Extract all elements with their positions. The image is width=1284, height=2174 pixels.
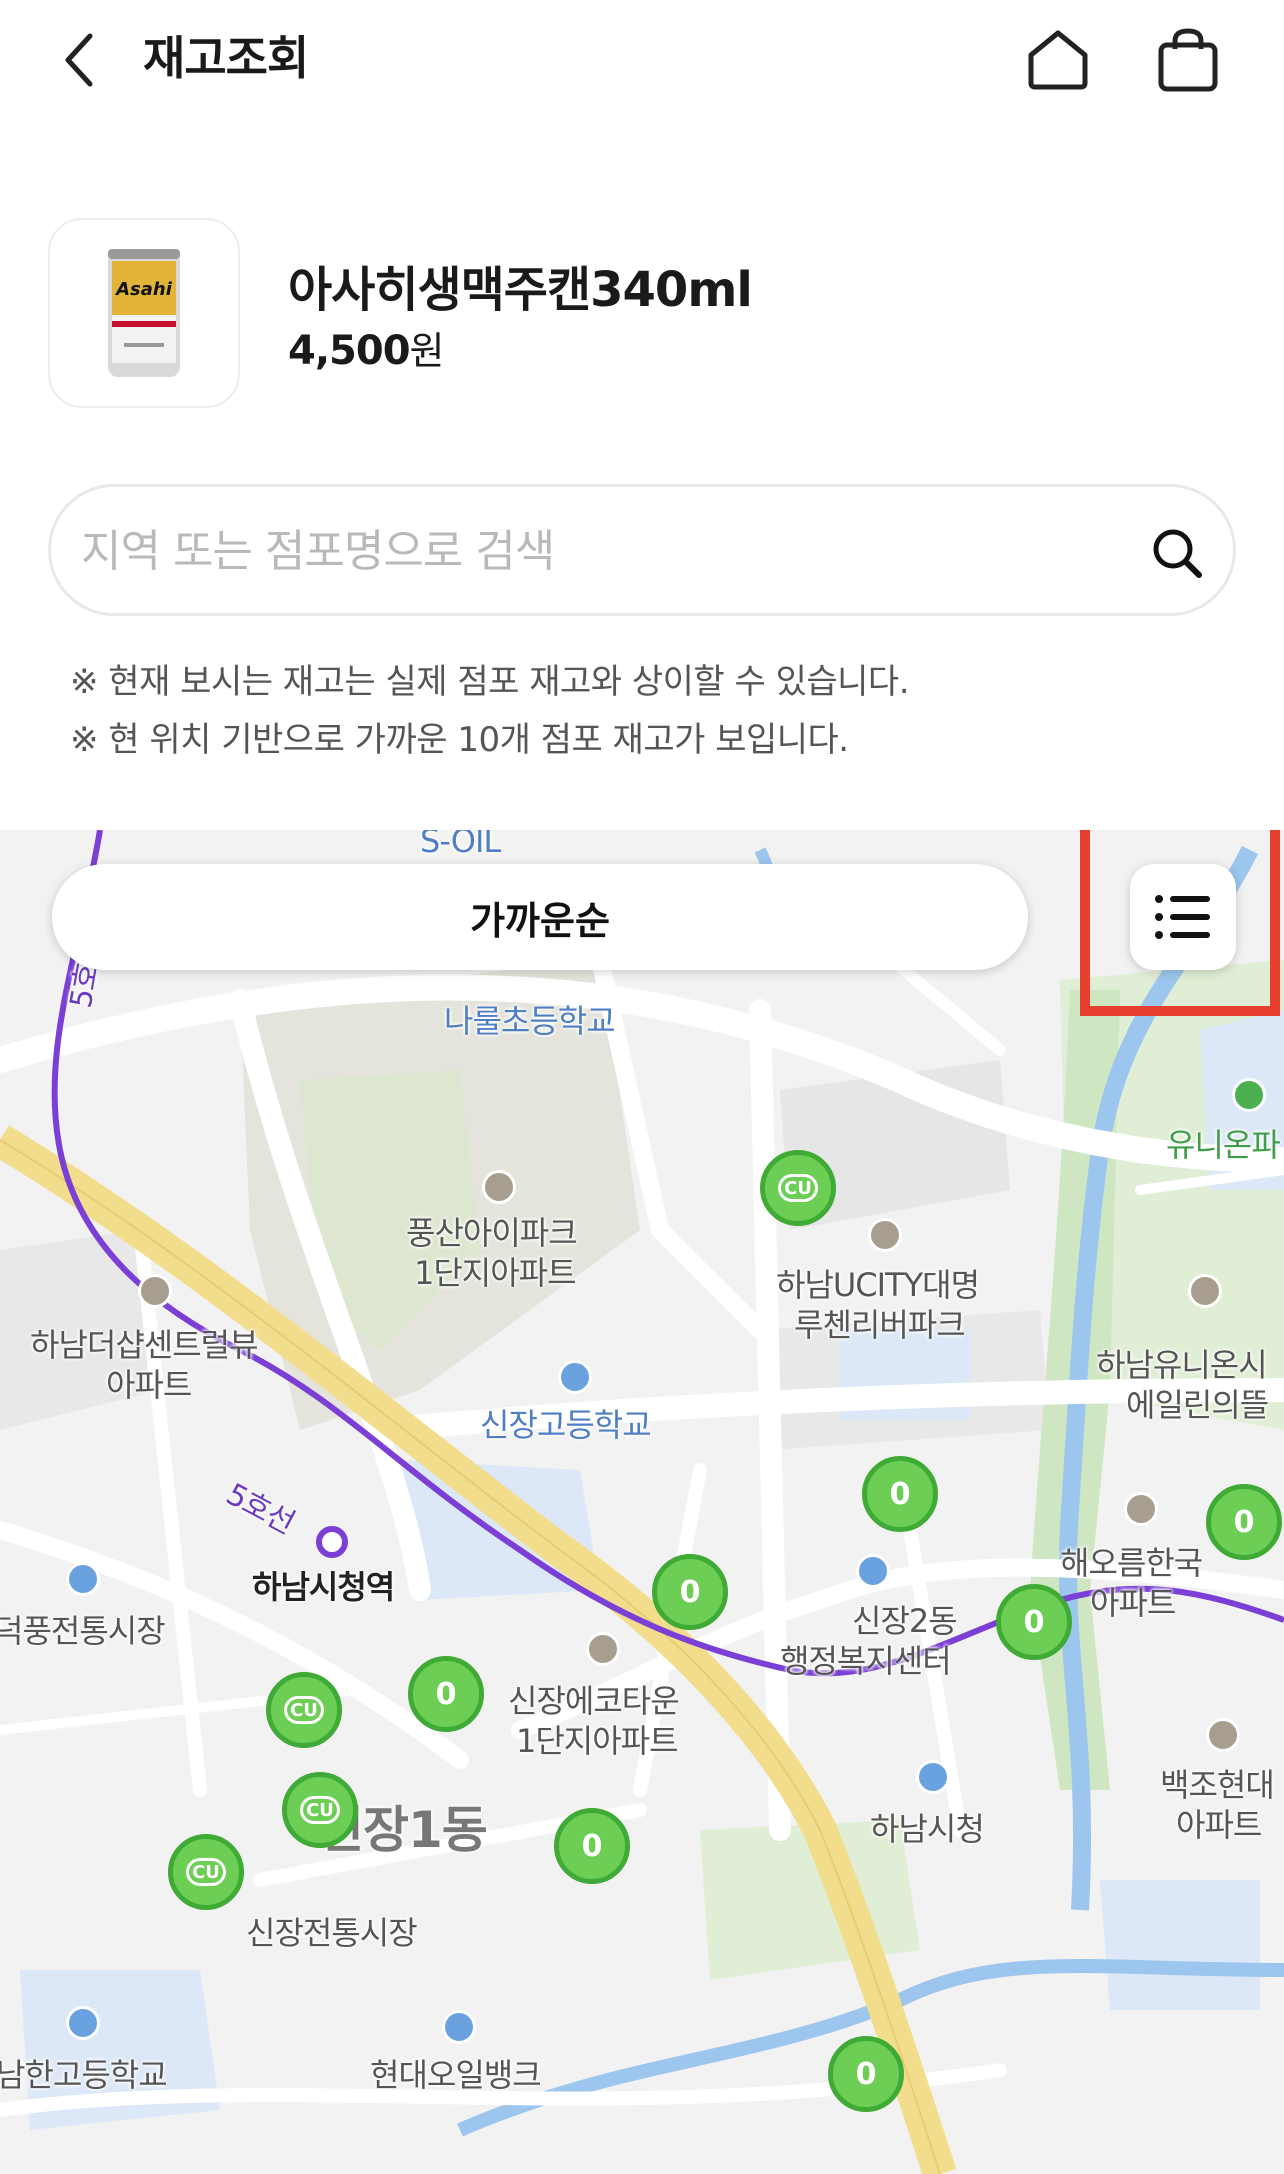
map-label: 1단지아파트 [516,1722,679,1760]
map-label: 남한고등학교 [0,2056,168,2094]
store-marker-stock[interactable]: 0 [554,1808,630,1884]
store-marker-stock[interactable]: 0 [996,1584,1072,1660]
shopping-bag-icon [1158,28,1218,92]
product-summary: Asahi 아사히생맥주캔340ml 4,500원 [48,218,1238,408]
home-button[interactable] [1020,22,1096,98]
map-label: 덕풍전통시장 [0,1612,166,1650]
map-label: 아파트 [1176,1806,1262,1844]
map-label: 아파트 [1090,1584,1176,1622]
store-map[interactable]: S-OIL 나룰초등학교 풍산아이파크 1단지아파트 하남UCITY대명 루첸리… [0,830,1284,2174]
map-background [0,830,1284,2174]
apartment-icon [1188,1274,1222,1308]
sort-nearest-button[interactable]: 가까운순 [52,864,1028,970]
apartment-icon [586,1632,620,1666]
notice-stock-disclaimer: ※ 현재 보시는 재고는 실제 점포 재고와 상이할 수 있습니다. [70,662,910,702]
map-label: 하남시청 [870,1810,985,1848]
product-thumbnail: Asahi [48,218,240,408]
store-marker-cu[interactable]: CU [168,1834,244,1910]
cu-logo-icon: CU [778,1174,818,1202]
map-label: 루첸리버파크 [794,1306,966,1344]
map-label: 신장고등학교 [480,1406,652,1444]
map-label: 나룰초등학교 [444,1002,616,1040]
search-button[interactable] [1137,513,1217,593]
store-marker-stock[interactable]: 0 [408,1656,484,1732]
station-label: 하남시청역 [252,1568,395,1606]
notice-location-info: ※ 현 위치 기반으로 가까운 10개 점포 재고가 보입니다. [70,720,849,760]
back-button[interactable] [50,22,110,98]
search-bar [48,484,1236,616]
map-label: 에일린의뜰 [1126,1386,1269,1424]
store-marker-cu[interactable]: CU [282,1772,358,1848]
price-unit: 원 [409,329,445,373]
cu-logo-icon: CU [300,1796,340,1824]
chevron-left-icon [65,33,93,87]
highlight-box [1080,830,1280,1016]
store-marker-stock[interactable]: 0 [1206,1484,1282,1560]
gas-station-icon [442,2010,476,2044]
store-marker-stock[interactable]: 0 [862,1456,938,1532]
school-icon [66,2006,100,2040]
product-name: 아사히생맥주캔340ml [288,262,753,318]
apartment-icon [138,1274,172,1308]
store-marker-stock[interactable]: 0 [828,2036,904,2112]
government-office-icon [856,1554,890,1588]
apartment-icon [482,1170,516,1204]
school-icon [558,1360,592,1394]
apartment-icon [1124,1492,1158,1526]
park-icon [1232,1078,1266,1112]
map-label: 1단지아파트 [414,1254,577,1292]
store-marker-cu[interactable]: CU [266,1672,342,1748]
market-icon [66,1562,100,1596]
svg-text:Asahi: Asahi [114,279,173,300]
map-label: 유니온파 [1166,1126,1281,1164]
store-marker-stock[interactable]: 0 [652,1554,728,1630]
map-label: 신장전통시장 [246,1914,418,1952]
apartment-icon [1206,1718,1240,1752]
cu-logo-icon: CU [284,1696,324,1724]
map-label: S-OIL [420,830,501,860]
apartment-icon [868,1218,902,1252]
cu-logo-icon: CU [186,1858,226,1886]
cityhall-icon [916,1760,950,1794]
map-label: 행정복지센터 [780,1642,952,1680]
map-label: 아파트 [106,1366,192,1404]
beer-can-image: Asahi [108,249,180,377]
search-icon [1153,529,1202,578]
map-label: 현대오일뱅크 [370,2056,542,2094]
header: 재고조회 [0,0,1284,120]
search-input[interactable] [81,511,1081,591]
price-value: 4,500 [288,328,411,374]
page-title: 재고조회 [143,31,309,85]
cart-button[interactable] [1150,22,1226,98]
product-price: 4,500원 [288,320,444,375]
store-marker-cu[interactable]: CU [760,1150,836,1226]
home-icon [1028,30,1088,90]
